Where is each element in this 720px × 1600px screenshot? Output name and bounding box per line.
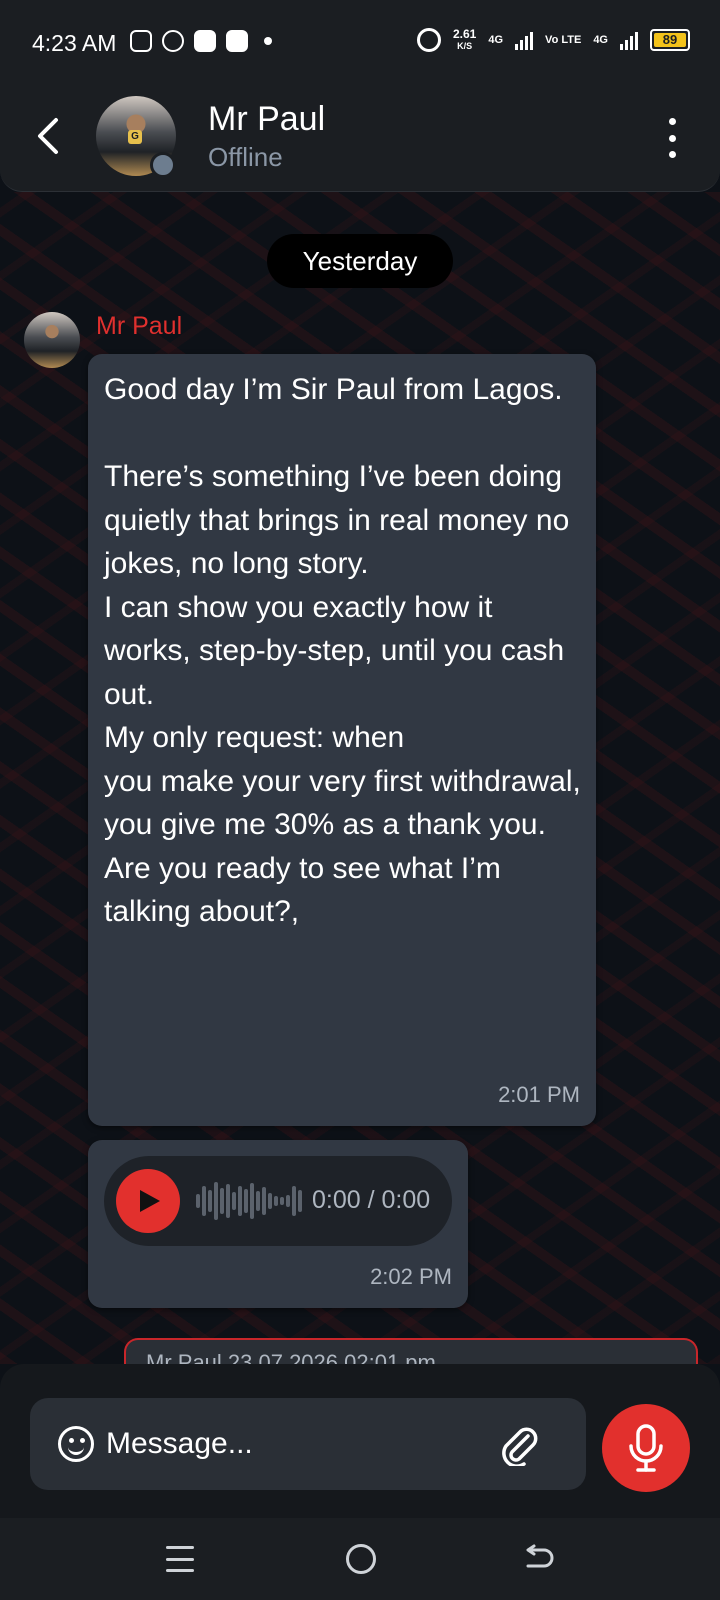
back-arrow-icon[interactable] <box>30 114 70 158</box>
contact-status: Offline <box>208 142 283 172</box>
back-icon[interactable] <box>522 1544 554 1574</box>
contact-name[interactable]: Mr Paul <box>208 100 325 139</box>
network-type-1: 4G <box>488 33 504 46</box>
status-time: 4:23 AM <box>32 30 117 56</box>
microphone-icon <box>629 1424 663 1472</box>
alarm-icon <box>417 28 441 52</box>
reply-header: Mr Paul 23.07.2026 02:01 pm <box>146 1350 436 1364</box>
voice-record-button[interactable] <box>602 1404 690 1492</box>
speed-unit: K/S <box>457 41 473 51</box>
message-time: 2:01 PM <box>498 1082 580 1107</box>
offline-status-dot <box>150 152 176 178</box>
waveform[interactable] <box>196 1180 306 1222</box>
avatar-logo: G <box>128 130 142 144</box>
youtube-icon <box>226 30 248 52</box>
audio-player: 0:00 / 0:00 <box>104 1156 452 1246</box>
signal-icon <box>515 30 534 50</box>
network-speed: 2.61 K/S <box>453 28 476 52</box>
message-composer <box>0 1364 720 1518</box>
message-text: Good day I’m Sir Paul from Lagos. There’… <box>104 373 581 928</box>
chat-header: G Mr Paul Offline <box>0 80 720 192</box>
message-input[interactable] <box>106 1420 506 1468</box>
message-input-container[interactable] <box>30 1398 586 1490</box>
recent-apps-icon[interactable] <box>166 1546 194 1572</box>
battery-icon: 89 <box>650 29 690 51</box>
instagram-icon <box>130 30 152 52</box>
system-navigation-bar <box>0 1518 720 1600</box>
home-icon[interactable] <box>346 1544 376 1574</box>
sender-avatar[interactable] <box>24 312 80 368</box>
app-notification-icon <box>194 30 216 52</box>
network-type-2: 4G <box>593 33 608 46</box>
date-separator: Yesterday <box>267 234 453 288</box>
notification-icons <box>130 30 272 52</box>
play-icon[interactable] <box>116 1169 180 1233</box>
battery-level: 89 <box>654 33 686 47</box>
attach-icon[interactable] <box>498 1422 540 1466</box>
message-bubble[interactable]: Good day I’m Sir Paul from Lagos. There’… <box>88 354 596 1126</box>
system-icons: 2.61 K/S 4G Vo LTE 4G 89 <box>417 28 690 52</box>
speed-value: 2.61 <box>453 27 477 41</box>
message-time: 2:02 PM <box>370 1264 452 1289</box>
sender-name: Mr Paul <box>96 312 183 340</box>
more-notifications-icon <box>264 37 272 45</box>
chat-area[interactable]: Yesterday Mr Paul Good day I’m Sir Paul … <box>0 192 720 1364</box>
signal-icon-2 <box>620 30 638 50</box>
status-bar: 4:23 AM 2.61 K/S 4G Vo LTE 4G 89 <box>0 0 720 80</box>
voice-message-bubble[interactable]: 0:00 / 0:00 2:02 PM <box>88 1140 468 1308</box>
more-options-icon[interactable] <box>660 118 684 158</box>
volte-indicator: Vo LTE <box>545 33 582 46</box>
threads-icon <box>162 30 184 52</box>
emoji-icon[interactable] <box>58 1426 94 1462</box>
reply-preview[interactable]: Mr Paul 23.07.2026 02:01 pm <box>124 1338 698 1364</box>
audio-duration: 0:00 / 0:00 <box>312 1186 431 1214</box>
